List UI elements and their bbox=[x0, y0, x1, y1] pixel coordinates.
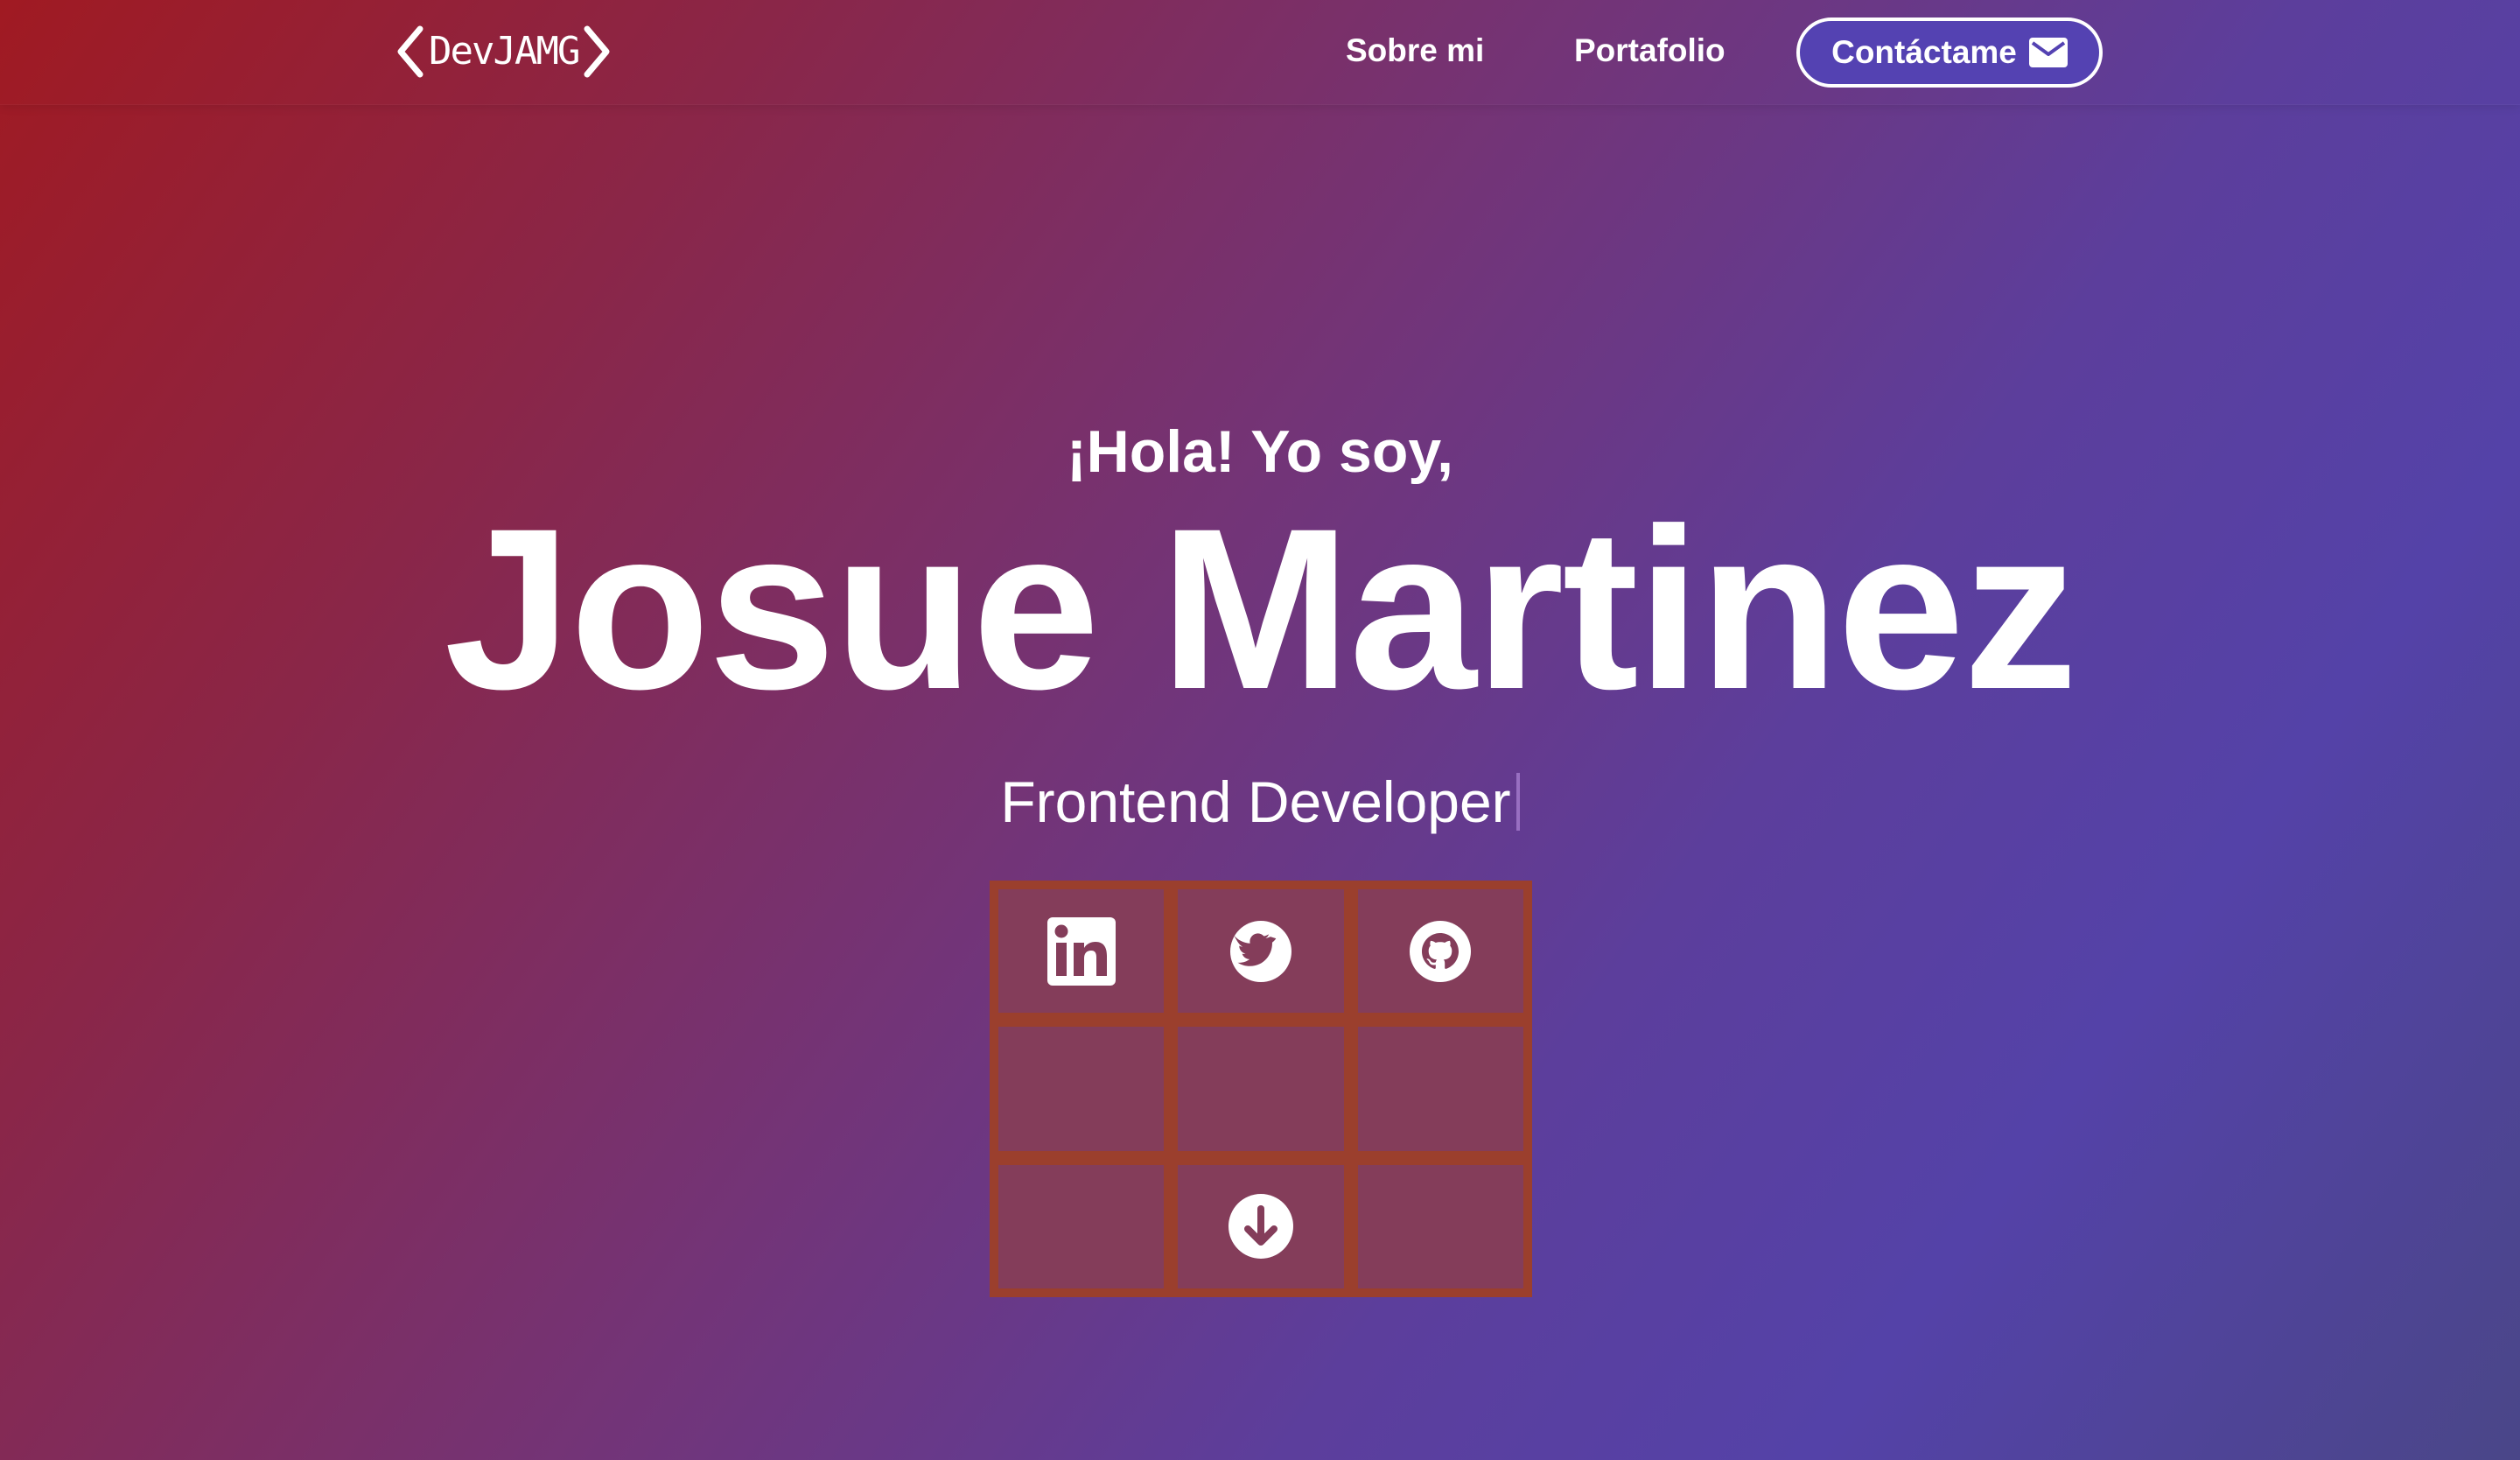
github-icon bbox=[1410, 920, 1472, 982]
nav-link-portafolio[interactable]: Portafolio bbox=[1574, 32, 1726, 70]
scroll-down-button[interactable] bbox=[1178, 1164, 1344, 1288]
grid-cell-empty bbox=[998, 1027, 1165, 1151]
chevron-right-icon bbox=[584, 25, 610, 78]
twitter-icon bbox=[1229, 920, 1292, 982]
envelope-icon bbox=[2028, 38, 2068, 67]
grid-cell-empty bbox=[1178, 1027, 1344, 1151]
twitter-link[interactable] bbox=[1178, 889, 1344, 1014]
grid-cell-empty bbox=[998, 1164, 1165, 1288]
logo-text: DevJAMG bbox=[429, 29, 580, 74]
hero-greeting: ¡Hola! Yo soy, bbox=[1066, 418, 1454, 485]
contact-button-label: Contáctame bbox=[1831, 34, 2017, 70]
typing-caret bbox=[1516, 773, 1520, 831]
logo[interactable]: DevJAMG bbox=[396, 23, 612, 81]
contact-button[interactable]: Contáctame bbox=[1796, 18, 2103, 88]
hero-role: Frontend Developer bbox=[0, 767, 2520, 837]
hero-role-text: Frontend Developer bbox=[1000, 769, 1511, 834]
chevron-left-icon bbox=[397, 25, 424, 78]
hero-name: Josue Martinez bbox=[444, 481, 2078, 737]
linkedin-link[interactable] bbox=[998, 889, 1165, 1014]
grid-cell-empty bbox=[1357, 1164, 1523, 1288]
arrow-down-circle-icon bbox=[1228, 1194, 1293, 1260]
navbar: DevJAMG Sobre mi Portafolio Contáctame bbox=[0, 0, 2520, 105]
linkedin-icon bbox=[1046, 916, 1116, 986]
nav-link-sobre-mi[interactable]: Sobre mi bbox=[1346, 32, 1484, 70]
github-link[interactable] bbox=[1357, 889, 1523, 1014]
grid-cell-empty bbox=[1357, 1027, 1523, 1151]
social-grid bbox=[990, 881, 1532, 1297]
